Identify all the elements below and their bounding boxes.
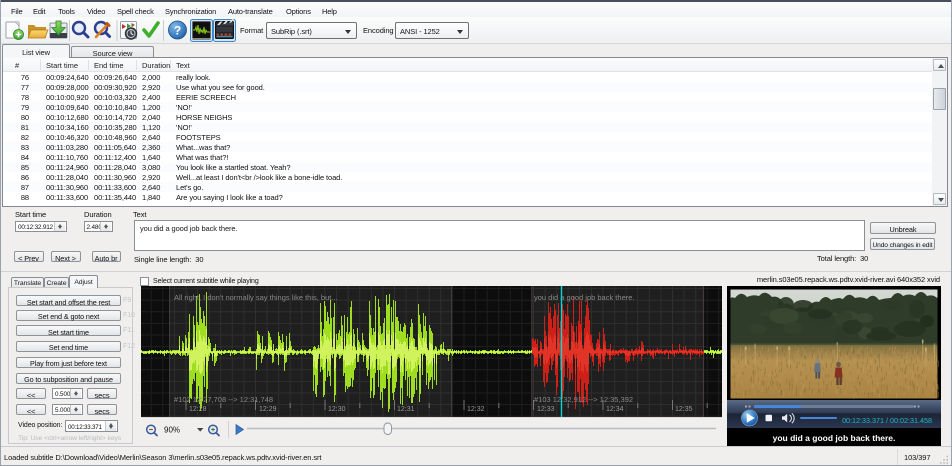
svg-text:12:30: 12:30 (328, 406, 346, 413)
svg-text:12:34: 12:34 (606, 406, 624, 413)
svg-text:#103 12:32,912 --> 12:35,392: #103 12:32,912 --> 12:35,392 (534, 395, 633, 404)
svg-text:90%: 90% (164, 426, 180, 435)
svg-text:?: ? (174, 24, 181, 38)
svg-text:#102 12:27,708 --> 12:31,748: #102 12:27,708 --> 12:31,748 (174, 395, 273, 404)
svg-text:12:28: 12:28 (189, 406, 207, 413)
svg-text:12:35: 12:35 (675, 406, 693, 413)
svg-text:12:31: 12:31 (397, 406, 415, 413)
svg-text:All right, I don't normally s: All right, I don't normally say things l… (174, 293, 338, 302)
svg-text:12:29: 12:29 (259, 406, 277, 413)
svg-text:00:12:33.371 / 00:02:31.458: 00:12:33.371 / 00:02:31.458 (842, 416, 932, 425)
svg-text:you did a good job back there.: you did a good job back there. (534, 293, 635, 302)
svg-text:12:32: 12:32 (467, 406, 485, 413)
svg-text:12:33: 12:33 (537, 406, 555, 413)
